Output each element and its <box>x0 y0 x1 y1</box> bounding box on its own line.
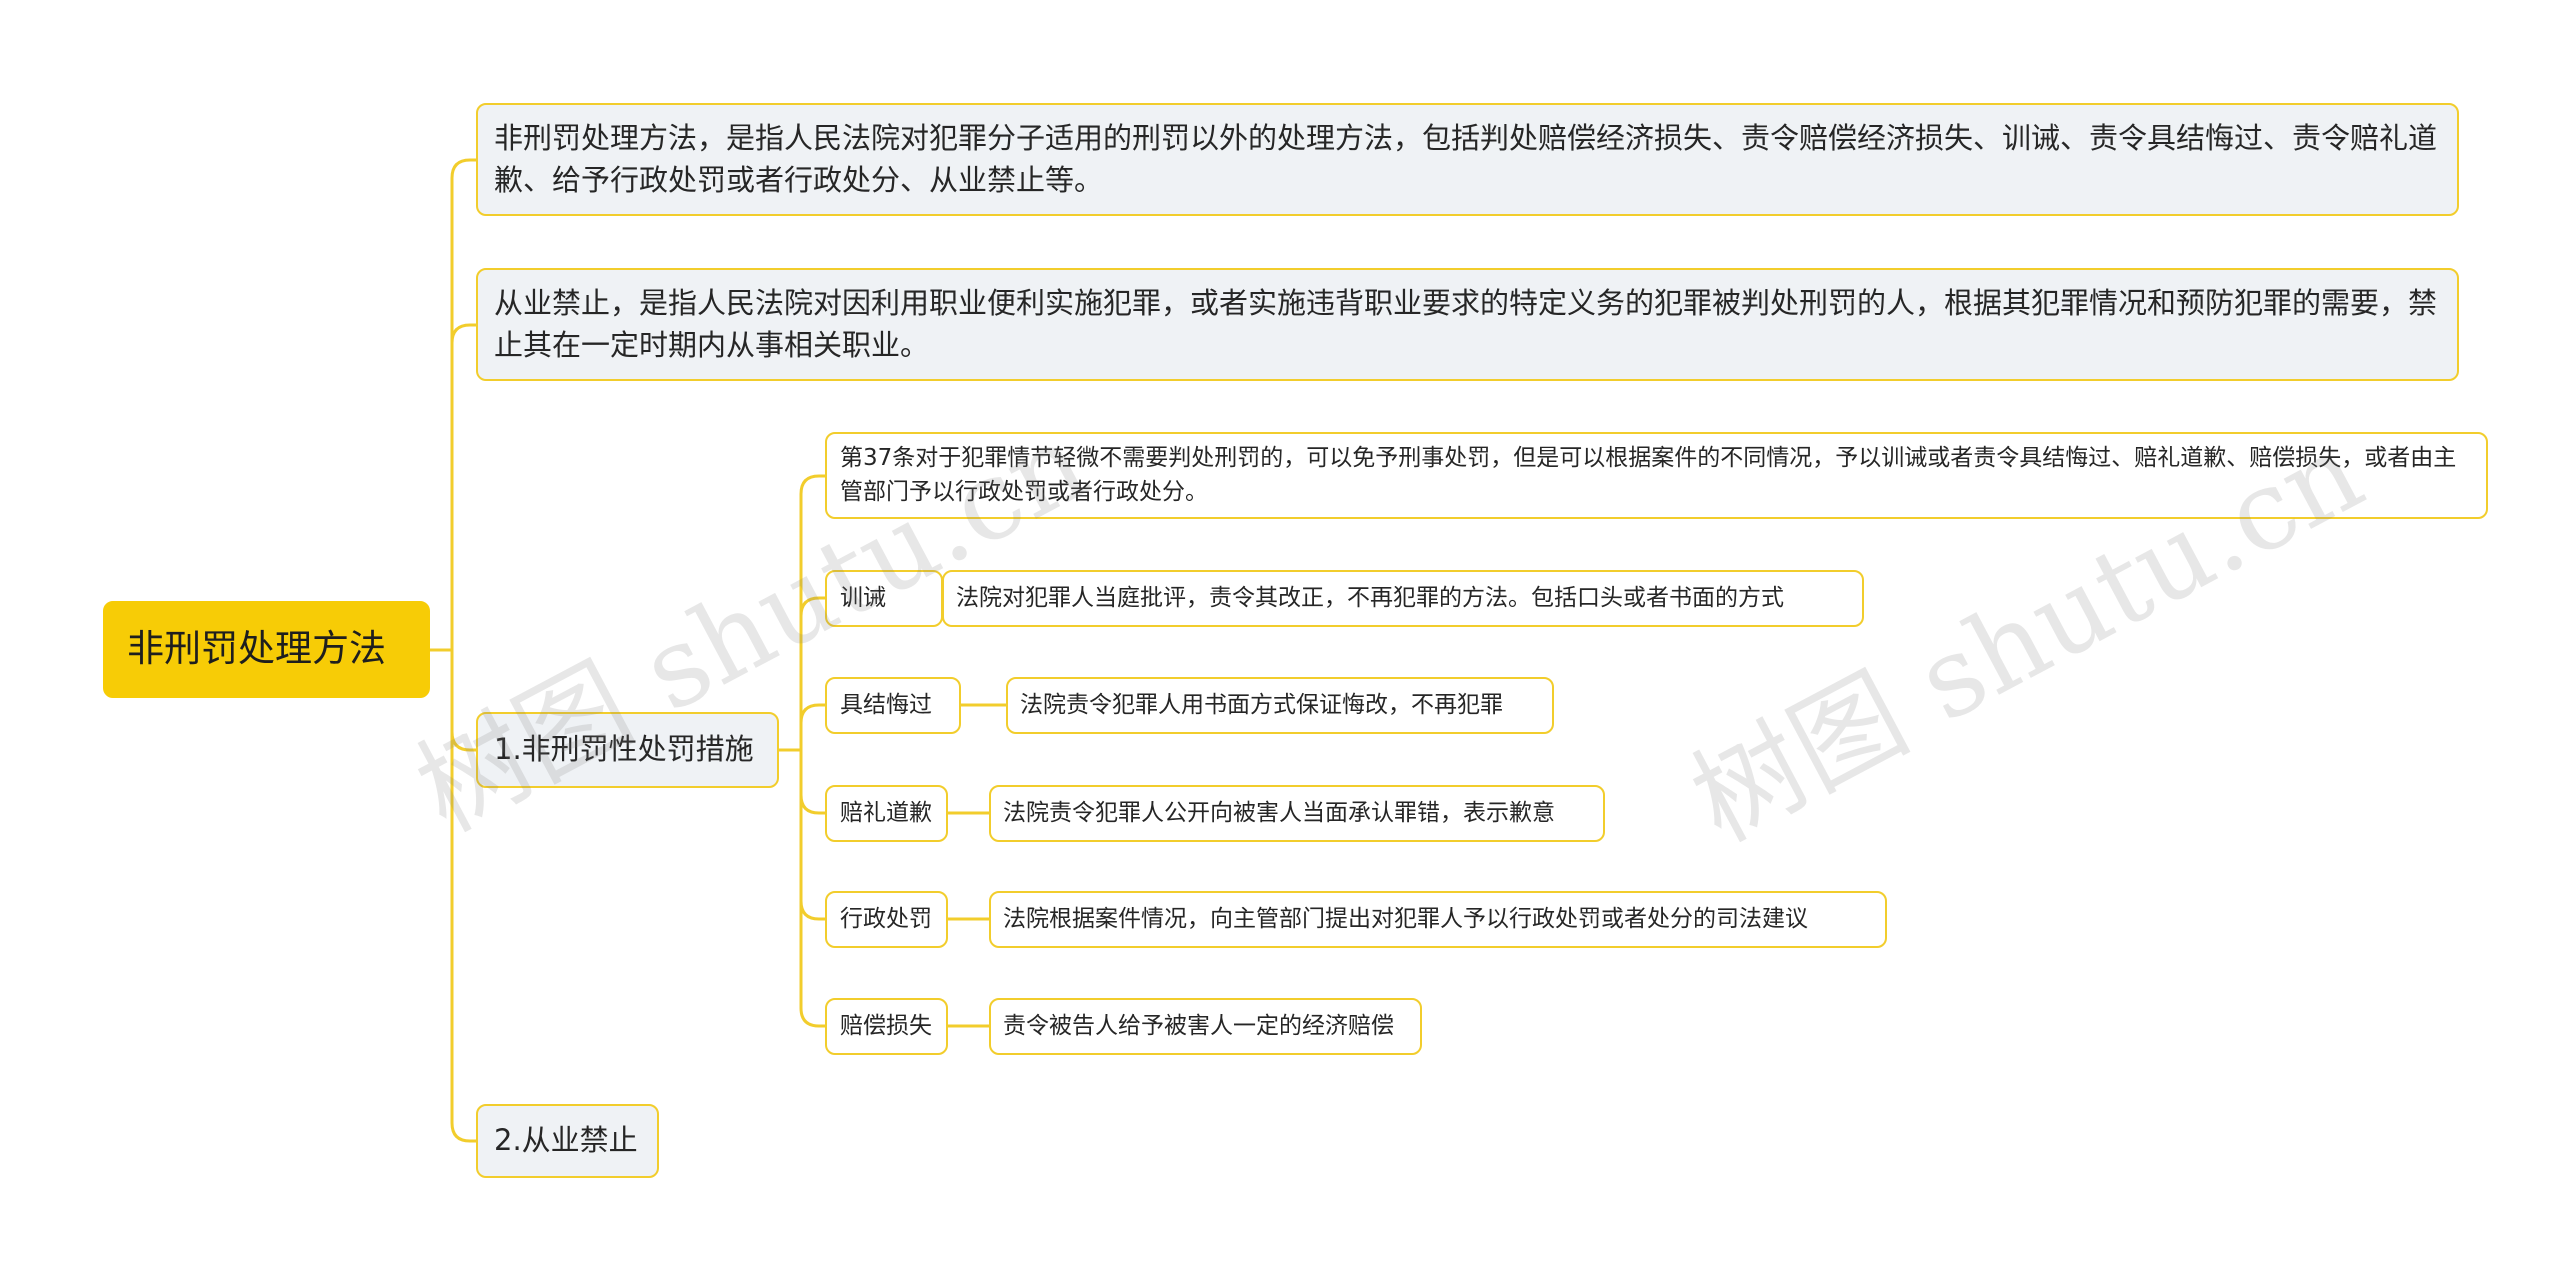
measure-repentance[interactable]: 具结悔过 <box>825 677 961 734</box>
connector-to-c3 <box>799 703 827 725</box>
topic-non-penal-measures-label: 1.非刑罚性处罚措施 <box>494 732 754 767</box>
measure-admonition-label: 训诫 <box>840 585 886 612</box>
root-label: 非刑罚处理方法 <box>127 627 386 671</box>
connector-to-n2 <box>450 323 478 345</box>
connector-to-c2 <box>799 596 827 618</box>
measure-administrative-penalty[interactable]: 行政处罚 <box>825 891 948 948</box>
connector-to-n3 <box>450 730 478 752</box>
topic-non-penal-measures[interactable]: 1.非刑罚性处罚措施 <box>476 712 779 788</box>
topic-definition-text: 非刑罚处理方法，是指人民法院对犯罪分子适用的刑罚以外的处理方法，包括判处赔偿经济… <box>494 121 2438 197</box>
detail-repentance-text: 法院责令犯罪人用书面方式保证悔改，不再犯罪 <box>1020 692 1503 719</box>
root-node[interactable]: 非刑罚处理方法 <box>103 601 430 698</box>
connector-to-c5 <box>799 899 827 921</box>
measure-article-37-text: 第37条对于犯罪情节轻微不需要判处刑罚的，可以免予刑事处罚，但是可以根据案件的不… <box>840 445 2457 505</box>
measure-apology-label: 赔礼道歉 <box>840 800 932 827</box>
connector-to-c4 <box>799 793 827 815</box>
connector-measures-vertical <box>799 474 827 1028</box>
measure-compensation[interactable]: 赔偿损失 <box>825 998 948 1055</box>
measure-apology[interactable]: 赔礼道歉 <box>825 785 948 842</box>
mindmap-canvas: 非刑罚处理方法 非刑罚处理方法，是指人民法院对犯罪分子适用的刑罚以外的处理方法，… <box>0 0 2560 1265</box>
topic-occupation-ban[interactable]: 2.从业禁止 <box>476 1104 659 1178</box>
detail-compensation-text: 责令被告人给予被害人一定的经济赔偿 <box>1003 1013 1394 1040</box>
measure-compensation-label: 赔偿损失 <box>840 1013 932 1040</box>
measure-repentance-label: 具结悔过 <box>840 692 932 719</box>
measure-administrative-penalty-label: 行政处罚 <box>840 906 932 933</box>
detail-admonition-text: 法院对犯罪人当庭批评，责令其改正，不再犯罪的方法。包括口头或者书面的方式 <box>956 585 1784 612</box>
detail-apology-text: 法院责令犯罪人公开向被害人当面承认罪错，表示歉意 <box>1003 800 1555 827</box>
topic-occupation-ban-definition-text: 从业禁止，是指人民法院对因利用职业便利实施犯罪，或者实施违背职业要求的特定义务的… <box>494 286 2438 362</box>
detail-apology[interactable]: 法院责令犯罪人公开向被害人当面承认罪错，表示歉意 <box>989 785 1605 842</box>
detail-administrative-penalty-text: 法院根据案件情况，向主管部门提出对犯罪人予以行政处罚或者处分的司法建议 <box>1003 906 1808 933</box>
measure-article-37[interactable]: 第37条对于犯罪情节轻微不需要判处刑罚的，可以免予刑事处罚，但是可以根据案件的不… <box>825 432 2488 519</box>
measure-admonition[interactable]: 训诫 <box>825 570 943 627</box>
connector-trunk-vertical <box>450 158 478 1143</box>
topic-occupation-ban-label: 2.从业禁止 <box>494 1123 638 1158</box>
topic-occupation-ban-definition[interactable]: 从业禁止，是指人民法院对因利用职业便利实施犯罪，或者实施违背职业要求的特定义务的… <box>476 268 2459 381</box>
detail-compensation[interactable]: 责令被告人给予被害人一定的经济赔偿 <box>989 998 1422 1055</box>
detail-admonition[interactable]: 法院对犯罪人当庭批评，责令其改正，不再犯罪的方法。包括口头或者书面的方式 <box>942 570 1864 627</box>
detail-administrative-penalty[interactable]: 法院根据案件情况，向主管部门提出对犯罪人予以行政处罚或者处分的司法建议 <box>989 891 1887 948</box>
topic-definition[interactable]: 非刑罚处理方法，是指人民法院对犯罪分子适用的刑罚以外的处理方法，包括判处赔偿经济… <box>476 103 2459 216</box>
detail-repentance[interactable]: 法院责令犯罪人用书面方式保证悔改，不再犯罪 <box>1006 677 1554 734</box>
